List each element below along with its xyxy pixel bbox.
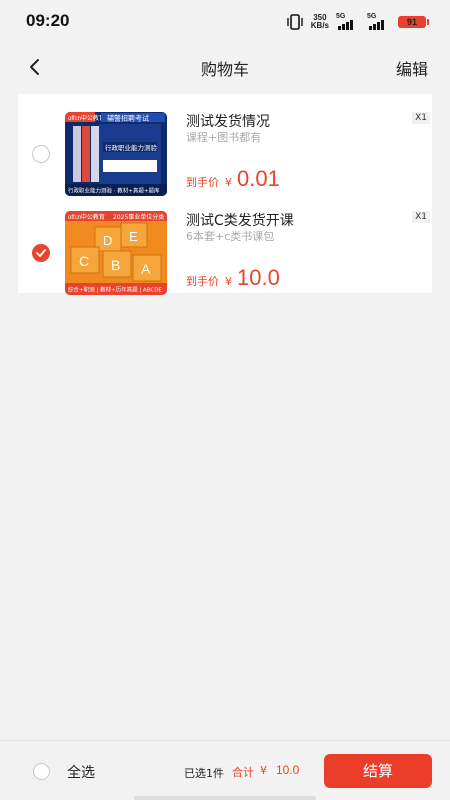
item-price: 到手价 ¥ 10.0 (186, 265, 280, 295)
total-label: 合计 (232, 766, 254, 779)
price-currency: ¥ (225, 176, 232, 189)
net-speed: 350 KB/s (310, 13, 329, 30)
item-subtitle: 课程+图书都有 (186, 131, 262, 144)
item-quantity: X1 (412, 211, 430, 223)
svg-text:辅警招聘考试: 辅警招聘考试 (107, 114, 149, 123)
item-price: 到手价 ¥ 0.01 (186, 166, 280, 196)
svg-text:2025事业单位分类: 2025事业单位分类 (113, 213, 164, 221)
cart-list: offcn中公教育 辅警招聘考试 行政职业能力测验 行政职业能力测验 · 教材+… (18, 94, 432, 295)
svg-text:行政职业能力测验: 行政职业能力测验 (105, 143, 158, 152)
vibrate-icon (287, 14, 303, 30)
svg-text:offcn中公教育: offcn中公教育 (68, 213, 105, 221)
nav-bar: 购物车 编辑 (0, 44, 450, 90)
svg-text:行政职业能力测验 · 教材+真题+题库: 行政职业能力测验 · 教材+真题+题库 (68, 187, 160, 195)
total-value: 10.0 (276, 763, 300, 777)
item-subtitle: 6本套+c类书课包 (186, 230, 275, 243)
svg-text:offcn中公教育: offcn中公教育 (68, 114, 105, 122)
item-checkbox[interactable] (32, 244, 50, 262)
price-label: 到手价 (186, 275, 219, 288)
svg-text:E: E (129, 229, 138, 244)
item-checkbox[interactable] (32, 145, 50, 163)
total-currency: ¥ (260, 764, 267, 777)
home-indicator[interactable] (134, 796, 316, 800)
status-indicators: 350 KB/s 5G 5G 91 (286, 12, 429, 32)
checkout-button[interactable]: 结算 (324, 754, 432, 788)
svg-text:C: C (79, 253, 89, 269)
price-currency: ¥ (225, 275, 232, 288)
item-quantity: X1 (412, 112, 430, 124)
status-time: 09:20 (26, 11, 70, 30)
checkmark-icon (36, 249, 46, 257)
select-all-checkbox[interactable] (33, 763, 50, 780)
signal-icon: 5G (367, 13, 391, 30)
select-all-label[interactable]: 全选 (67, 762, 95, 782)
svg-text:A: A (141, 261, 151, 277)
item-title[interactable]: 测试C类发货开课 (186, 210, 294, 230)
signal-icon: 5G (336, 13, 360, 30)
svg-text:综合+职测 | 教材+历年真题 | ABCDE: 综合+职测 | 教材+历年真题 | ABCDE (68, 286, 162, 294)
book-cover-image: offcn中公教育 辅警招聘考试 行政职业能力测验 行政职业能力测验 · 教材+… (65, 112, 167, 196)
price-label: 到手价 (186, 176, 219, 189)
selected-count: 已选1件 (184, 767, 224, 780)
cart-item: offcn中公教育 辅警招聘考试 行政职业能力测验 行政职业能力测验 · 教材+… (18, 108, 432, 207)
status-bar: 09:20 350 KB/s 5G 5G 91 (0, 0, 450, 44)
svg-text:B: B (111, 257, 120, 273)
page-title: 购物车 (200, 60, 249, 79)
checkout-bar: 全选 已选1件 合计 ¥ 10.0 结算 (0, 740, 450, 800)
product-thumbnail[interactable]: offcn中公教育 2025事业单位分类 E D C B A 综合+职测 | 教… (65, 211, 167, 295)
battery-icon: 91 (398, 16, 429, 28)
item-title[interactable]: 测试发货情况 (186, 111, 270, 131)
book-cover-image: offcn中公教育 2025事业单位分类 E D C B A 综合+职测 | 教… (65, 211, 167, 295)
svg-text:D: D (103, 233, 112, 248)
product-thumbnail[interactable]: offcn中公教育 辅警招聘考试 行政职业能力测验 行政职业能力测验 · 教材+… (65, 112, 167, 196)
price-value: 0.01 (237, 166, 280, 191)
cart-item: offcn中公教育 2025事业单位分类 E D C B A 综合+职测 | 教… (18, 207, 432, 306)
edit-button[interactable]: 编辑 (396, 56, 428, 80)
price-value: 10.0 (237, 265, 280, 290)
